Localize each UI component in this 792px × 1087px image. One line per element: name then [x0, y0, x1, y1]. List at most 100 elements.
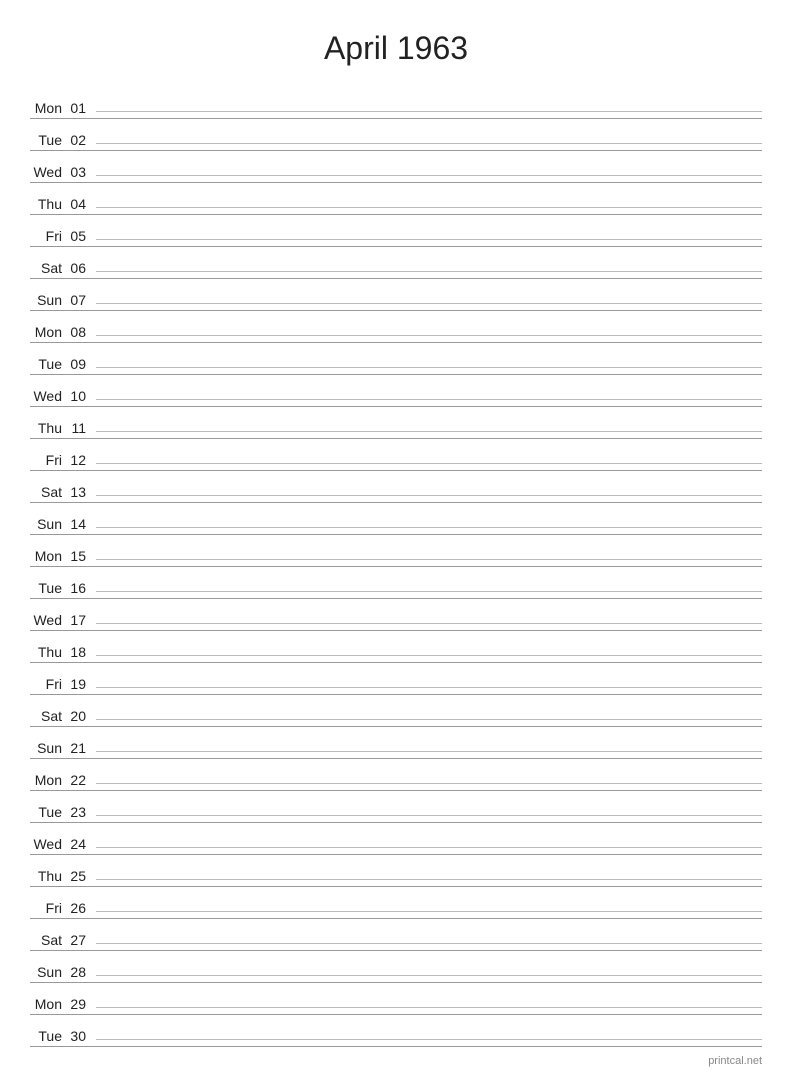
- day-number: 04: [68, 196, 96, 212]
- day-line: [96, 239, 762, 240]
- day-number: 15: [68, 548, 96, 564]
- day-line: [96, 879, 762, 880]
- day-number: 10: [68, 388, 96, 404]
- day-line: [96, 1039, 762, 1040]
- day-number: 03: [68, 164, 96, 180]
- calendar-row: Thu18: [30, 631, 762, 663]
- day-number: 22: [68, 772, 96, 788]
- day-line: [96, 143, 762, 144]
- day-line: [96, 943, 762, 944]
- calendar-row: Tue23: [30, 791, 762, 823]
- day-number: 27: [68, 932, 96, 948]
- day-number: 14: [68, 516, 96, 532]
- day-name: Wed: [30, 164, 68, 180]
- calendar-row: Sat13: [30, 471, 762, 503]
- day-name: Thu: [30, 644, 68, 660]
- calendar-row: Mon01: [30, 87, 762, 119]
- day-number: 19: [68, 676, 96, 692]
- day-name: Mon: [30, 100, 68, 116]
- day-name: Tue: [30, 580, 68, 596]
- page-title: April 1963: [30, 30, 762, 67]
- calendar-row: Fri12: [30, 439, 762, 471]
- day-line: [96, 431, 762, 432]
- day-name: Fri: [30, 676, 68, 692]
- day-number: 12: [68, 452, 96, 468]
- calendar-row: Sun14: [30, 503, 762, 535]
- day-number: 20: [68, 708, 96, 724]
- day-name: Wed: [30, 612, 68, 628]
- day-line: [96, 175, 762, 176]
- day-name: Mon: [30, 548, 68, 564]
- calendar-row: Wed03: [30, 151, 762, 183]
- day-name: Sat: [30, 708, 68, 724]
- day-number: 06: [68, 260, 96, 276]
- day-line: [96, 399, 762, 400]
- day-line: [96, 527, 762, 528]
- day-line: [96, 495, 762, 496]
- calendar-row: Sun07: [30, 279, 762, 311]
- calendar-container: Mon01Tue02Wed03Thu04Fri05Sat06Sun07Mon08…: [30, 87, 762, 1047]
- day-line: [96, 815, 762, 816]
- calendar-row: Wed24: [30, 823, 762, 855]
- calendar-row: Mon08: [30, 311, 762, 343]
- calendar-row: Tue02: [30, 119, 762, 151]
- day-line: [96, 623, 762, 624]
- calendar-row: Sat20: [30, 695, 762, 727]
- day-number: 17: [68, 612, 96, 628]
- day-name: Wed: [30, 836, 68, 852]
- day-number: 21: [68, 740, 96, 756]
- day-line: [96, 559, 762, 560]
- day-line: [96, 303, 762, 304]
- calendar-row: Tue16: [30, 567, 762, 599]
- calendar-row: Thu25: [30, 855, 762, 887]
- day-name: Thu: [30, 868, 68, 884]
- day-name: Sun: [30, 740, 68, 756]
- calendar-row: Mon29: [30, 983, 762, 1015]
- day-name: Mon: [30, 324, 68, 340]
- day-number: 23: [68, 804, 96, 820]
- day-line: [96, 271, 762, 272]
- day-number: 25: [68, 868, 96, 884]
- day-line: [96, 975, 762, 976]
- day-number: 07: [68, 292, 96, 308]
- day-number: 28: [68, 964, 96, 980]
- day-number: 05: [68, 228, 96, 244]
- day-line: [96, 207, 762, 208]
- calendar-row: Sun21: [30, 727, 762, 759]
- day-line: [96, 1007, 762, 1008]
- calendar-row: Wed10: [30, 375, 762, 407]
- calendar-row: Mon15: [30, 535, 762, 567]
- day-line: [96, 655, 762, 656]
- day-name: Tue: [30, 132, 68, 148]
- day-name: Fri: [30, 900, 68, 916]
- calendar-row: Fri05: [30, 215, 762, 247]
- day-line: [96, 719, 762, 720]
- calendar-row: Fri19: [30, 663, 762, 695]
- day-line: [96, 335, 762, 336]
- day-number: 16: [68, 580, 96, 596]
- day-number: 08: [68, 324, 96, 340]
- calendar-row: Sun28: [30, 951, 762, 983]
- calendar-row: Tue30: [30, 1015, 762, 1047]
- day-line: [96, 847, 762, 848]
- day-name: Thu: [30, 196, 68, 212]
- calendar-row: Fri26: [30, 887, 762, 919]
- day-name: Tue: [30, 356, 68, 372]
- day-number: 01: [68, 100, 96, 116]
- day-name: Sat: [30, 932, 68, 948]
- day-line: [96, 751, 762, 752]
- calendar-row: Thu04: [30, 183, 762, 215]
- day-number: 09: [68, 356, 96, 372]
- day-number: 11: [68, 420, 96, 436]
- day-number: 26: [68, 900, 96, 916]
- day-line: [96, 367, 762, 368]
- day-name: Tue: [30, 804, 68, 820]
- footer: printcal.net: [30, 1055, 762, 1067]
- day-number: 02: [68, 132, 96, 148]
- day-name: Fri: [30, 228, 68, 244]
- day-name: Sat: [30, 260, 68, 276]
- day-line: [96, 591, 762, 592]
- day-name: Tue: [30, 1028, 68, 1044]
- day-name: Sun: [30, 516, 68, 532]
- day-name: Sun: [30, 292, 68, 308]
